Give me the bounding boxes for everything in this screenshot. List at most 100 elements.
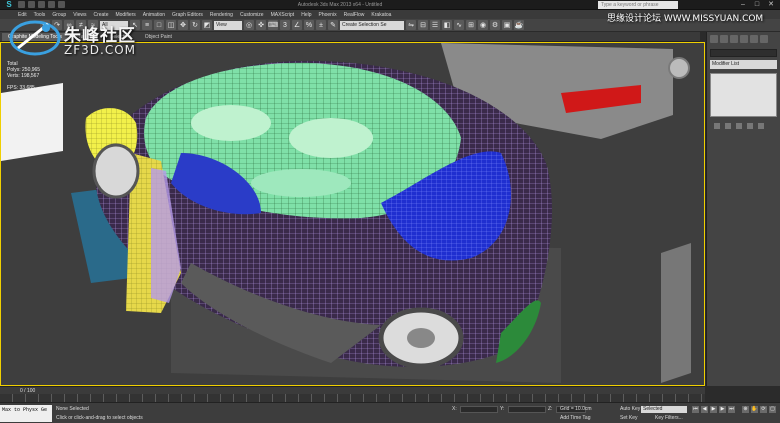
y-label: Y:	[500, 406, 505, 412]
menu-item-tools[interactable]: Tools	[34, 12, 46, 18]
edit-named-selection-button[interactable]: ✎	[328, 20, 338, 30]
scale-button[interactable]: ◩	[202, 20, 212, 30]
make-unique-icon[interactable]	[736, 123, 742, 129]
window-crossing-button[interactable]: ◫	[166, 20, 176, 30]
front-wheel	[92, 143, 140, 199]
render-production-button[interactable]: ☕	[514, 20, 524, 30]
modify-tab-icon[interactable]	[720, 35, 728, 43]
maxscript-listener[interactable]: Max to Physx Ge	[0, 405, 52, 422]
site-watermark: 思缘设计论坛 WWW.MISSYUAN.COM	[607, 14, 764, 24]
new-file-icon[interactable]	[18, 1, 25, 8]
time-slider[interactable]: 0 / 100	[0, 386, 705, 394]
status-bar: Max to Physx Ge None Selected Click or c…	[0, 402, 780, 423]
maximize-icon[interactable]: □	[750, 0, 764, 10]
search-input[interactable]	[598, 1, 678, 9]
align-button[interactable]: ⊟	[418, 20, 428, 30]
save-file-icon[interactable]	[38, 1, 45, 8]
key-filters-button[interactable]: Key Filters...	[655, 415, 683, 421]
menu-item-modifiers[interactable]: Modifiers	[115, 12, 135, 18]
y-coordinate-field[interactable]	[508, 406, 546, 413]
auto-key-button[interactable]: Auto Key	[620, 406, 640, 412]
watermark-emblem-icon	[9, 20, 61, 56]
menu-item-group[interactable]: Group	[52, 12, 66, 18]
menu-item-views[interactable]: Views	[73, 12, 86, 18]
maximize-viewport-icon[interactable]: ▢	[769, 406, 776, 413]
go-to-end-icon[interactable]: ⏭	[728, 406, 735, 413]
spinner-snap-button[interactable]: ±	[316, 20, 326, 30]
mirror-button[interactable]: ⇋	[406, 20, 416, 30]
app-logo-icon[interactable]: S	[2, 0, 16, 10]
modifier-list-dropdown[interactable]: Modifier List	[710, 60, 777, 69]
angle-snap-button[interactable]: ∠	[292, 20, 302, 30]
reference-plane-right	[661, 243, 691, 383]
perspective-viewport[interactable]: Total Polys: 250,965 Verts: 198,567 FPS:…	[0, 42, 705, 386]
selection-status: None Selected	[56, 406, 89, 412]
motion-tab-icon[interactable]	[740, 35, 748, 43]
seat-left	[191, 105, 271, 141]
render-setup-button[interactable]: ⚙	[490, 20, 500, 30]
object-name-field[interactable]	[710, 49, 777, 57]
add-time-tag[interactable]: Add Time Tag	[560, 415, 590, 421]
stats-fps: FPS: 33.685	[7, 85, 35, 91]
select-manipulate-button[interactable]: ✜	[256, 20, 266, 30]
snaps-toggle-button[interactable]: 3	[280, 20, 290, 30]
next-frame-icon[interactable]: ▶	[719, 406, 726, 413]
hierarchy-tab-icon[interactable]	[730, 35, 738, 43]
percent-snap-button[interactable]: %	[304, 20, 314, 30]
minimize-icon[interactable]: –	[736, 0, 750, 10]
x-label: X:	[452, 406, 457, 412]
close-icon[interactable]: ✕	[764, 0, 778, 10]
rendered-frame-window-button[interactable]: ▣	[502, 20, 512, 30]
x-coordinate-field[interactable]	[460, 406, 498, 413]
menu-item-maxscript[interactable]: MAXScript	[271, 12, 295, 18]
track-bar-ticks	[12, 394, 702, 402]
open-file-icon[interactable]	[28, 1, 35, 8]
redo-icon[interactable]	[58, 1, 65, 8]
menu-item-create[interactable]: Create	[93, 12, 108, 18]
remove-modifier-icon[interactable]	[747, 123, 753, 129]
rear-wheel-hub	[407, 328, 435, 348]
pin-stack-icon[interactable]	[714, 123, 720, 129]
schematic-view-button[interactable]: ⊞	[466, 20, 476, 30]
zoom-icon[interactable]: ⊕	[742, 406, 749, 413]
modifier-stack[interactable]	[710, 73, 777, 117]
menu-item-realflow[interactable]: RealFlow	[344, 12, 365, 18]
menu-item-phoenix[interactable]: Phoenix	[319, 12, 337, 18]
viewcube-navigator[interactable]	[668, 57, 690, 79]
set-key-button[interactable]: Set Key	[620, 415, 638, 421]
configure-sets-icon[interactable]	[758, 123, 764, 129]
key-mode-dropdown[interactable]: Selected	[641, 406, 687, 413]
track-bar[interactable]	[0, 394, 705, 402]
watermark-subtitle: ZF3D.COM	[64, 43, 136, 57]
watermark-logo: 朱峰社区 ZF3D.COM	[8, 18, 158, 58]
orbit-icon[interactable]: ⟳	[760, 406, 767, 413]
move-button[interactable]: ✥	[178, 20, 188, 30]
display-tab-icon[interactable]	[750, 35, 758, 43]
play-icon[interactable]: ▶	[710, 406, 717, 413]
menu-item-customize[interactable]: Customize	[240, 12, 264, 18]
pivot-center-button[interactable]: ◎	[244, 20, 254, 30]
seat-right	[289, 118, 373, 158]
grid-size: Grid = 10.0cm	[560, 406, 592, 412]
menu-item-graph-editors[interactable]: Graph Editors	[172, 12, 203, 18]
menu-item-rendering[interactable]: Rendering	[210, 12, 233, 18]
create-tab-icon[interactable]	[710, 35, 718, 43]
menu-item-help[interactable]: Help	[301, 12, 311, 18]
menu-item-edit[interactable]: Edit	[18, 12, 27, 18]
graphite-toggle-button[interactable]: ◧	[442, 20, 452, 30]
pan-icon[interactable]: ✋	[751, 406, 758, 413]
go-to-start-icon[interactable]: ⏮	[692, 406, 699, 413]
curve-editor-button[interactable]: ∿	[454, 20, 464, 30]
utilities-tab-icon[interactable]	[760, 35, 768, 43]
undo-icon[interactable]	[48, 1, 55, 8]
menu-item-krakatoa[interactable]: Krakatoa	[371, 12, 391, 18]
layer-manager-button[interactable]: ☰	[430, 20, 440, 30]
material-editor-button[interactable]: ◉	[478, 20, 488, 30]
rotate-button[interactable]: ↻	[190, 20, 200, 30]
previous-frame-icon[interactable]: ◀	[701, 406, 708, 413]
menu-item-animation[interactable]: Animation	[143, 12, 165, 18]
named-selection-dropdown[interactable]: Create Selection Se	[340, 20, 404, 30]
keyboard-shortcut-button[interactable]: ⌨	[268, 20, 278, 30]
show-end-result-icon[interactable]	[725, 123, 731, 129]
reference-coord-dropdown[interactable]: View	[214, 20, 242, 30]
